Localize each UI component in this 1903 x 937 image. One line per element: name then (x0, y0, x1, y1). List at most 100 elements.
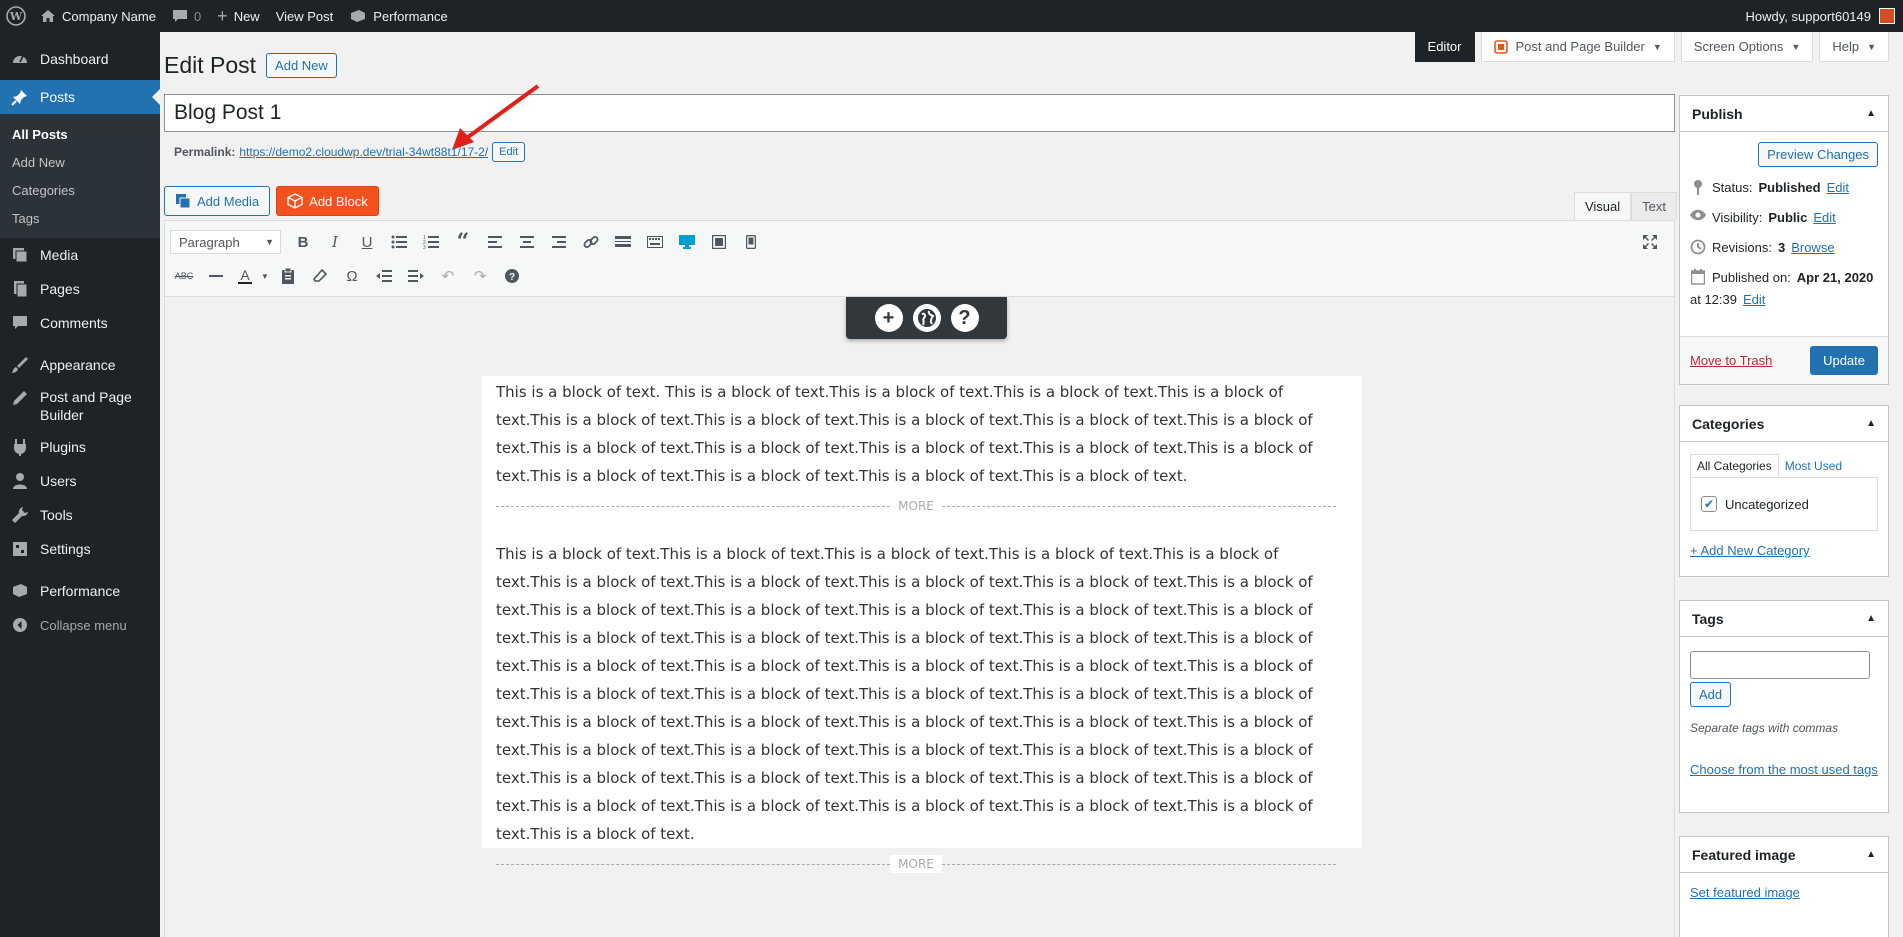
undo-icon[interactable]: ↶ (434, 263, 462, 289)
link-icon[interactable] (577, 229, 605, 255)
read-more-icon[interactable] (609, 229, 637, 255)
category-checkbox[interactable]: ✔ (1701, 496, 1717, 512)
submenu-add-new[interactable]: Add New (0, 148, 160, 176)
sidebar-item-performance[interactable]: Performance (0, 574, 160, 608)
post-title-input[interactable]: Blog Post 1 (164, 94, 1675, 132)
move-to-trash-link[interactable]: Move to Trash (1690, 353, 1772, 368)
outdent-icon[interactable] (370, 263, 398, 289)
desktop-preview-icon[interactable] (673, 229, 701, 255)
add-media-button[interactable]: Add Media (164, 186, 271, 216)
preview-changes-button[interactable]: Preview Changes (1758, 142, 1878, 167)
fullscreen-icon[interactable] (1636, 229, 1664, 255)
toolbar-toggle-icon[interactable] (641, 229, 669, 255)
toggle-panel-icon[interactable]: ▲ (1866, 849, 1876, 860)
featured-image-title: Featured image (1692, 846, 1796, 863)
paste-text-icon[interactable] (274, 263, 302, 289)
align-center-icon[interactable] (513, 229, 541, 255)
sidebar-item-posts[interactable]: Posts (0, 80, 160, 114)
sidebar-item-media[interactable]: Media (0, 238, 160, 272)
add-plus-icon[interactable]: + (874, 304, 903, 332)
update-button[interactable]: Update (1810, 346, 1878, 375)
help-circle-icon[interactable]: ? (498, 263, 526, 289)
permalink-label: Permalink: (174, 145, 236, 159)
toggle-panel-icon[interactable]: ▲ (1866, 108, 1876, 119)
blockquote-icon[interactable]: “ (449, 229, 477, 255)
pages-icon (10, 279, 30, 299)
sidebar-item-pages[interactable]: Pages (0, 272, 160, 306)
sidebar-item-post-page-builder[interactable]: Post and Page Builder (0, 382, 160, 430)
sidebar-item-tools[interactable]: Tools (0, 498, 160, 532)
avatar[interactable] (1879, 8, 1895, 24)
site-name-link[interactable]: Company Name (32, 0, 164, 32)
tab-most-used[interactable]: Most Used (1779, 455, 1848, 477)
pin-icon (10, 87, 30, 107)
help-button[interactable]: Help ▼ (1819, 32, 1889, 62)
strikethrough-icon[interactable]: ABC (170, 263, 198, 289)
tag-input[interactable] (1690, 651, 1870, 679)
align-left-icon[interactable] (481, 229, 509, 255)
sidebar-item-users[interactable]: Users (0, 464, 160, 498)
sidebar-item-plugins[interactable]: Plugins (0, 430, 160, 464)
performance-link[interactable]: Performance (341, 0, 455, 32)
set-featured-image-link[interactable]: Set featured image (1690, 885, 1800, 900)
text-color-icon[interactable]: A (234, 263, 256, 289)
add-block-button[interactable]: Add Block (276, 186, 379, 216)
screen-meta-tabs: Editor Post and Page Builder ▼ Screen Op… (1414, 32, 1889, 62)
tab-text[interactable]: Text (1631, 192, 1677, 220)
permalink-edit-button[interactable]: Edit (492, 142, 526, 162)
comments-link[interactable]: 0 (164, 0, 209, 32)
tab-visual[interactable]: Visual (1573, 192, 1632, 220)
add-tag-button[interactable]: Add (1690, 682, 1732, 707)
edit-date-link[interactable]: Edit (1743, 291, 1765, 309)
clear-formatting-icon[interactable] (306, 263, 334, 289)
submenu-tags[interactable]: Tags (0, 204, 160, 232)
howdy-user[interactable]: Howdy, support60149 (1745, 9, 1871, 24)
toggle-panel-icon[interactable]: ▲ (1866, 418, 1876, 429)
editor-content[interactable]: This is a block of text. This is a block… (482, 376, 1362, 873)
collapse-menu-button[interactable]: Collapse menu (0, 608, 160, 642)
caret-down-icon: ▼ (265, 237, 274, 247)
underline-icon[interactable]: U (353, 229, 381, 255)
edit-status-link[interactable]: Edit (1827, 179, 1849, 197)
indent-icon[interactable] (402, 263, 430, 289)
edit-visibility-link[interactable]: Edit (1813, 209, 1835, 227)
new-content-link[interactable]: + New (209, 0, 268, 32)
categories-box: Categories ▲ All Categories Most Used ✔ … (1679, 405, 1889, 577)
tab-all-categories[interactable]: All Categories (1690, 454, 1779, 477)
status-row: Status: Published Edit (1690, 179, 1878, 197)
browse-revisions-link[interactable]: Browse (1791, 239, 1834, 257)
add-new-category-link[interactable]: + Add New Category (1690, 543, 1810, 558)
sidebar-item-dashboard[interactable]: Dashboard (0, 42, 160, 76)
home-icon (40, 9, 56, 23)
horizontal-line-icon[interactable] (202, 263, 230, 289)
submenu-categories[interactable]: Categories (0, 176, 160, 204)
add-new-button[interactable]: Add New (266, 53, 337, 78)
text-color-dropdown-icon[interactable]: ▼ (260, 263, 270, 289)
redo-icon[interactable]: ↷ (466, 263, 494, 289)
tab-post-page-builder[interactable]: Post and Page Builder ▼ (1480, 32, 1675, 62)
choose-tags-link[interactable]: Choose from the most used tags (1690, 761, 1878, 779)
numbered-list-icon[interactable]: 123 (417, 229, 445, 255)
sidebar-item-appearance[interactable]: Appearance (0, 348, 160, 382)
format-select[interactable]: Paragraph ▼ (170, 230, 281, 254)
sidebar-item-settings[interactable]: Settings (0, 532, 160, 566)
wp-logo-icon[interactable]: W (0, 0, 32, 32)
question-icon[interactable]: ? (950, 304, 979, 332)
align-right-icon[interactable] (545, 229, 573, 255)
tab-editor[interactable]: Editor (1414, 32, 1475, 62)
screen-options-button[interactable]: Screen Options ▼ (1680, 32, 1814, 62)
view-post-link[interactable]: View Post (268, 0, 342, 32)
content-editor: Paragraph ▼ B I U 123 “ ABC A ▼ Ω ↶ ↷ ? … (164, 220, 1675, 937)
tablet-preview-icon[interactable] (705, 229, 733, 255)
permalink-link[interactable]: https://demo2.cloudwp.dev/trial-34wt88t1… (239, 145, 488, 159)
submenu-all-posts[interactable]: All Posts (0, 120, 160, 148)
toggle-panel-icon[interactable]: ▲ (1866, 613, 1876, 624)
bold-icon[interactable]: B (289, 229, 317, 255)
mobile-preview-icon[interactable] (737, 229, 765, 255)
italic-icon[interactable]: I (321, 229, 349, 255)
sidebar-item-comments[interactable]: Comments (0, 306, 160, 340)
special-character-icon[interactable]: Ω (338, 263, 366, 289)
bullet-list-icon[interactable] (385, 229, 413, 255)
globe-icon[interactable] (912, 304, 941, 332)
publish-box: Publish ▲ Preview Changes Status: Publis… (1679, 95, 1889, 385)
